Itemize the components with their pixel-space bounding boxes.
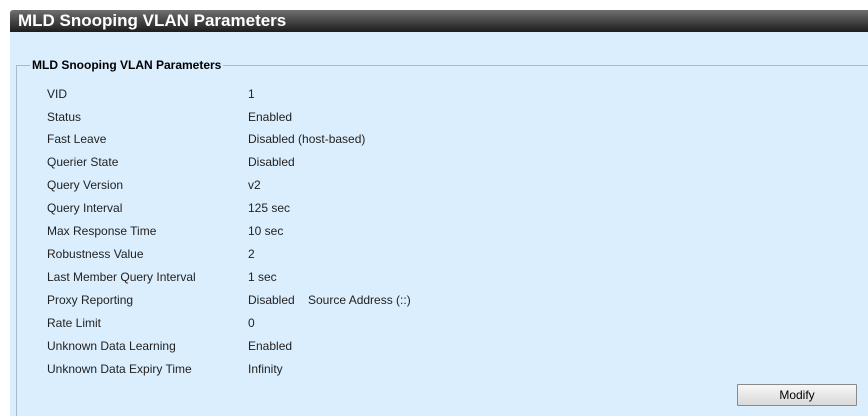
param-value: Enabled	[248, 339, 293, 353]
param-value: Infinity	[248, 362, 283, 376]
param-label: Proxy Reporting	[47, 293, 134, 307]
param-label: Unknown Data Learning	[47, 339, 176, 353]
param-value: 2	[248, 247, 255, 261]
param-label: Unknown Data Expiry Time	[47, 362, 192, 376]
param-label: Querier State	[47, 155, 119, 169]
proxy-source-address: Source Address (::)	[308, 293, 411, 307]
param-label: Fast Leave	[47, 132, 107, 146]
param-value: Disabled	[248, 155, 295, 169]
param-value: Disabled	[248, 293, 295, 307]
param-label: Max Response Time	[47, 224, 157, 238]
param-value: v2	[248, 178, 261, 192]
param-value: 1 sec	[248, 270, 277, 284]
page-title: MLD Snooping VLAN Parameters	[18, 11, 287, 30]
param-value: 1	[248, 87, 255, 101]
param-value: Disabled (host-based)	[248, 132, 366, 146]
param-value: 10 sec	[248, 224, 284, 238]
param-label: Last Member Query Interval	[47, 270, 196, 284]
param-label: Query Interval	[47, 201, 123, 215]
fieldset-legend: MLD Snooping VLAN Parameters	[30, 58, 224, 72]
param-label: Robustness Value	[47, 247, 144, 261]
modify-button[interactable]: Modify	[737, 384, 857, 406]
page-title-bar: MLD Snooping VLAN Parameters	[10, 10, 868, 32]
param-label: VID	[47, 87, 68, 101]
param-value: 0	[248, 316, 255, 330]
param-label: Query Version	[47, 178, 124, 192]
param-label: Rate Limit	[47, 316, 102, 330]
param-label: Status	[47, 110, 82, 124]
param-value: Enabled	[248, 110, 293, 124]
param-value: 125 sec	[248, 201, 291, 215]
